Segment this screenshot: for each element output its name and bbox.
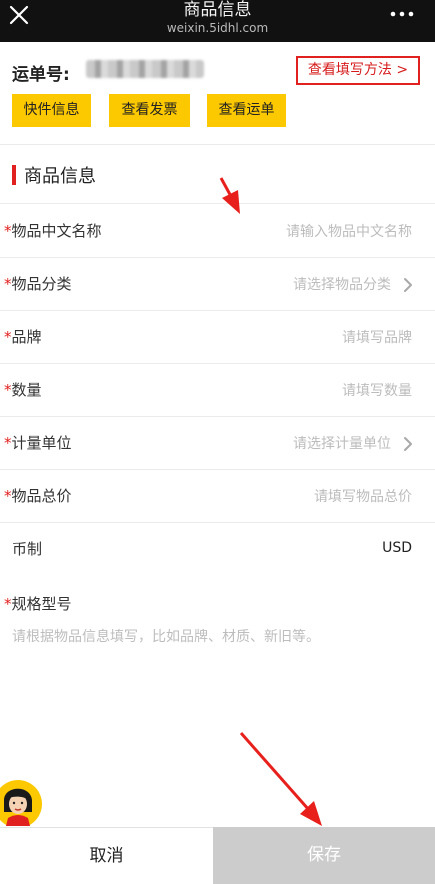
required-mark: *	[4, 381, 12, 399]
quantity-input[interactable]: 请填写数量	[342, 380, 412, 400]
field-brand[interactable]: *品牌 请填写品牌	[0, 311, 435, 364]
top-bar: 商品信息 weixin.5idhl.com	[0, 0, 435, 42]
spec-label: *规格型号	[4, 595, 72, 613]
required-mark: *	[4, 275, 12, 293]
view-waybill-button[interactable]: 查看运单	[207, 94, 286, 127]
save-button[interactable]: 保存	[213, 827, 435, 884]
field-label: *数量	[4, 381, 42, 399]
field-label: *物品总价	[4, 487, 72, 505]
field-label: *品牌	[4, 328, 42, 346]
chevron-right-icon	[404, 437, 412, 451]
cancel-button[interactable]: 取消	[0, 827, 213, 884]
field-label: 币制	[12, 540, 43, 558]
field-quantity[interactable]: *数量 请填写数量	[0, 364, 435, 417]
brand-input[interactable]: 请填写品牌	[342, 327, 412, 347]
waybill-panel: 运单号: 查看填写方法 > 快件信息 查看发票 查看运单	[0, 42, 435, 145]
field-total-price[interactable]: *物品总价 请填写物品总价	[0, 470, 435, 523]
field-currency: 币制 USD	[0, 523, 435, 578]
waybill-label: 运单号:	[12, 65, 70, 85]
view-invoice-button[interactable]: 查看发票	[109, 94, 190, 127]
section-header: 商品信息	[0, 146, 435, 204]
required-mark: *	[4, 222, 12, 240]
chevron-right-icon	[404, 278, 412, 292]
spec-textarea[interactable]: 请根据物品信息填写，比如品牌、材质、新旧等。	[12, 626, 320, 646]
customer-service-avatar[interactable]	[0, 778, 44, 826]
express-info-button[interactable]: 快件信息	[12, 94, 91, 127]
bottom-action-bar: 取消 保存	[0, 827, 435, 884]
required-mark: *	[4, 434, 12, 452]
required-mark: *	[4, 595, 12, 613]
total-price-input[interactable]: 请填写物品总价	[314, 486, 412, 506]
item-chinese-name-input[interactable]: 请输入物品中文名称	[286, 221, 412, 241]
item-category-select[interactable]: 请选择物品分类	[293, 274, 391, 294]
page-domain: weixin.5idhl.com	[166, 21, 269, 35]
field-item-chinese-name[interactable]: *物品中文名称 请输入物品中文名称	[0, 205, 435, 258]
more-icon[interactable]	[389, 4, 415, 24]
waybill-number-redacted	[86, 60, 204, 78]
field-label: *物品中文名称	[4, 222, 102, 240]
required-mark: *	[4, 487, 12, 505]
currency-value: USD	[382, 540, 412, 556]
unit-select[interactable]: 请选择计量单位	[293, 433, 391, 453]
field-label: *物品分类	[4, 275, 72, 293]
section-accent-bar	[12, 165, 16, 185]
page-title: 商品信息	[183, 0, 252, 20]
field-unit[interactable]: *计量单位 请选择计量单位	[0, 417, 435, 470]
required-mark: *	[4, 328, 12, 346]
annotation-arrow-icon	[239, 732, 322, 826]
field-label: *计量单位	[4, 434, 72, 452]
view-fill-method-link[interactable]: 查看填写方法 >	[296, 56, 420, 85]
field-item-category[interactable]: *物品分类 请选择物品分类	[0, 258, 435, 311]
section-title: 商品信息	[24, 166, 96, 187]
